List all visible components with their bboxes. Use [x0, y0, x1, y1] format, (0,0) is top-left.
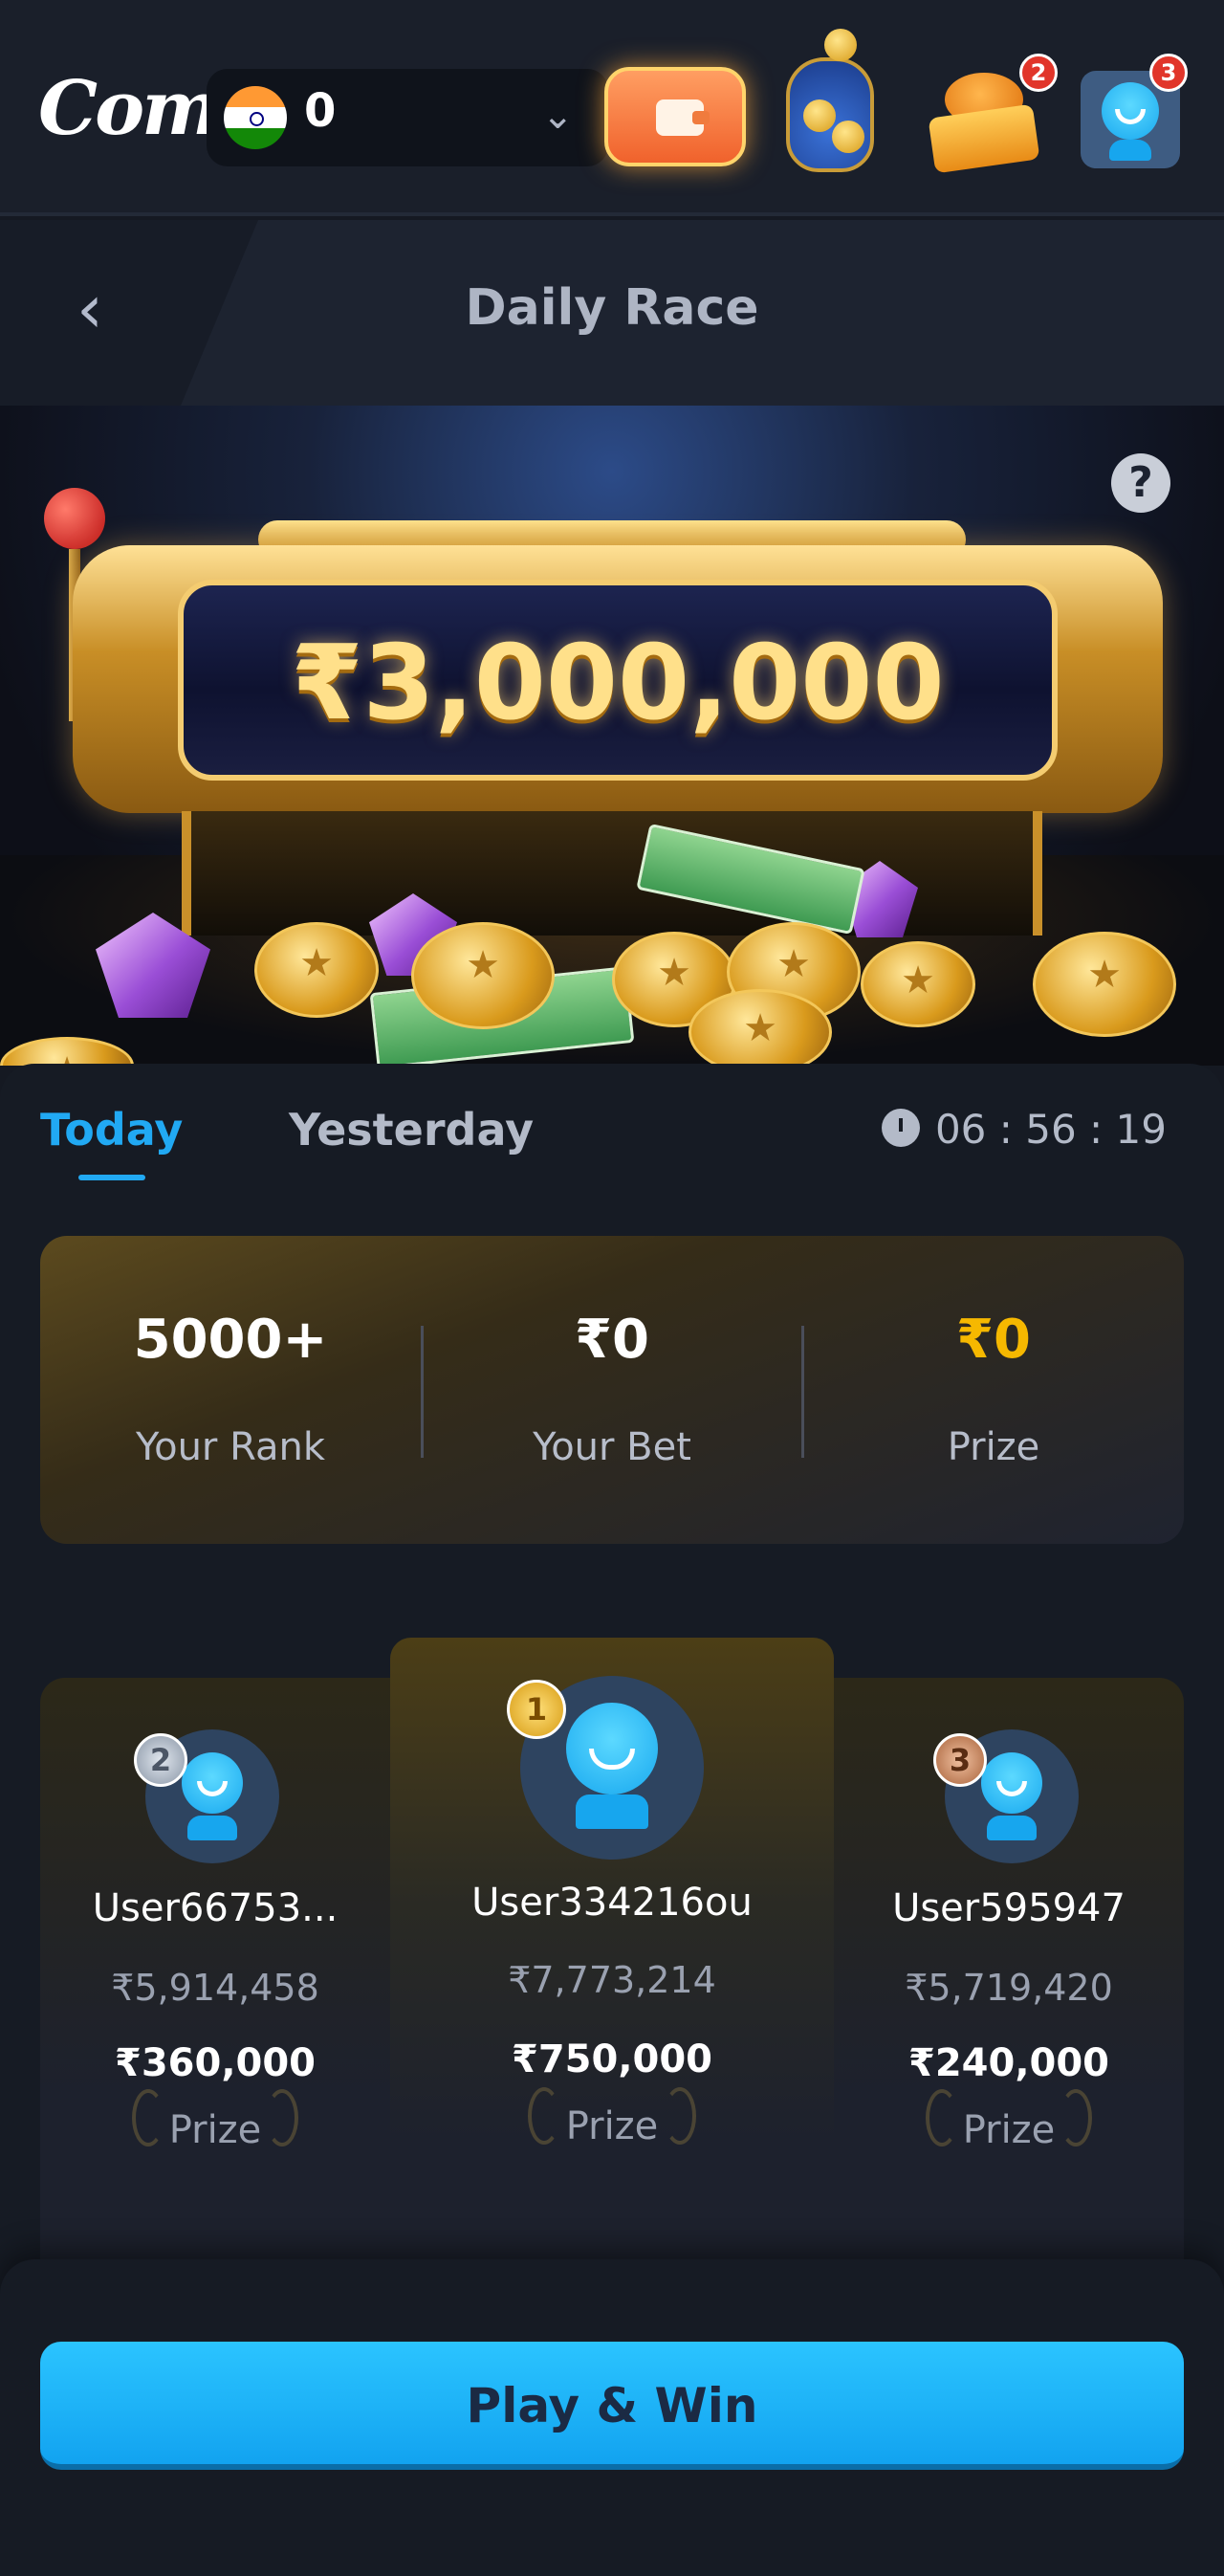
- race-panel: Today Yesterday 06 : 56 : 19 5000+ Your …: [0, 1064, 1224, 2451]
- stat-rank: 5000+ Your Rank: [40, 1236, 421, 1544]
- countdown-timer: 06 : 56 : 19: [881, 1106, 1167, 1153]
- stat-prize: ₹0 Prize: [803, 1236, 1184, 1544]
- prize-value: ₹0: [956, 1309, 1031, 1371]
- top-bar: Come 0 ⌄ 2 3: [0, 0, 1224, 216]
- tab-today[interactable]: Today: [40, 1104, 183, 1156]
- prize-label: Prize: [947, 1425, 1040, 1469]
- podium-rank-3[interactable]: 3 User595947 ₹5,719,420 ₹240,000 Prize: [834, 1678, 1184, 2328]
- slot-machine-graphic: ₹3,000,000: [73, 545, 1163, 813]
- prize-label: Prize: [565, 2104, 659, 2148]
- user-name: User595947: [892, 1886, 1126, 1930]
- treasure-jar-icon[interactable]: [786, 29, 874, 172]
- bottom-action-bar: Play & Win: [0, 2259, 1224, 2576]
- bet-value: ₹0: [575, 1309, 649, 1371]
- india-flag-icon: [224, 86, 287, 149]
- chevron-down-icon: ⌄: [541, 94, 574, 138]
- jackpot-amount: ₹3,000,000: [291, 624, 945, 743]
- countdown-value: 06 : 56 : 19: [934, 1106, 1167, 1153]
- user-prize: ₹240,000: [907, 2041, 1110, 2085]
- user-bet: ₹7,773,214: [508, 1959, 716, 2001]
- balance-selector[interactable]: 0 ⌄: [207, 69, 608, 166]
- user-prize: ₹750,000: [511, 2037, 713, 2081]
- active-tab-indicator: [78, 1175, 145, 1180]
- podium-rank-2[interactable]: 2 User66753... ₹5,914,458 ₹360,000 Prize: [40, 1678, 390, 2328]
- help-icon[interactable]: ?: [1111, 453, 1170, 513]
- bronze-medal-icon: 3: [933, 1733, 987, 1787]
- stopwatch-icon: [881, 1109, 920, 1147]
- prize-label: Prize: [962, 2108, 1056, 2152]
- my-stats-card: 5000+ Your Rank ₹0 Your Bet ₹0 Prize: [40, 1236, 1184, 1544]
- podium-rank-1[interactable]: 1 User334216ou ₹7,773,214 ₹750,000 Prize: [390, 1638, 834, 2288]
- gold-medal-icon: 1: [507, 1680, 566, 1739]
- tab-yesterday[interactable]: Yesterday: [289, 1104, 534, 1156]
- stat-bet: ₹0 Your Bet: [422, 1236, 802, 1544]
- rank-label: Your Rank: [135, 1425, 326, 1469]
- user-prize: ₹360,000: [114, 2041, 317, 2085]
- play-and-win-button[interactable]: Play & Win: [40, 2342, 1184, 2470]
- silver-medal-icon: 2: [134, 1733, 187, 1787]
- bet-label: Your Bet: [533, 1425, 691, 1469]
- rank-value: 5000+: [133, 1309, 328, 1371]
- balance-value: 0: [304, 84, 337, 138]
- gift-notification-badge: 2: [1019, 54, 1058, 92]
- user-name: User334216ou: [471, 1881, 753, 1925]
- prize-label: Prize: [168, 2108, 262, 2152]
- page-title: Daily Race: [465, 279, 759, 337]
- wallet-button[interactable]: [604, 67, 746, 166]
- profile-notification-badge: 3: [1149, 54, 1188, 92]
- jackpot-banner: ? ₹3,000,000: [0, 406, 1224, 1066]
- user-bet: ₹5,914,458: [111, 1967, 319, 2009]
- nav-bar: ‹ Daily Race: [0, 220, 1224, 406]
- user-bet: ₹5,719,420: [905, 1967, 1113, 2009]
- user-name: User66753...: [92, 1886, 339, 1930]
- coin-icon: [254, 922, 379, 1018]
